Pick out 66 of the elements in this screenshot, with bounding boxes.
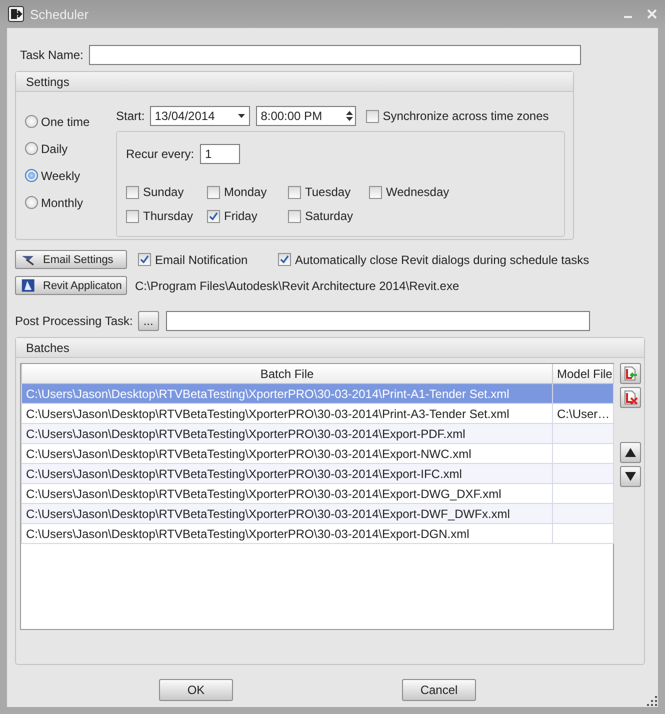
table-cell: C:\Users\Jason\Desktop\RTVBetaTesting\XporterPRO\30-03-2014\Export-IFC.xml [22,464,552,484]
revit-application-button[interactable]: Revit Applicaton [15,276,127,295]
table-cell: C:\Users\Jason\Desktop\RTVBetaTesting\XporterPRO\30-03-2014\Export-DGN.xml [22,524,552,544]
checkbox[interactable] [288,186,301,198]
column-header[interactable]: Batch File [22,364,552,384]
window-title: Scheduler [30,6,90,22]
date-field[interactable]: 13/04/2014 [150,106,250,126]
checkbox-label: Email Notification [155,252,248,266]
time-field[interactable]: 8:00:00 PM [256,106,356,126]
checkbox-label: Monday [224,185,267,199]
table-cell: C:\Users\Jason\Desktop\RTVBetaTesting\XporterPRO\30-03-2014\Print-A1-Tender Set.xml [22,384,552,404]
radio-label: Monthly [41,196,84,210]
column-header[interactable]: Model File [552,364,614,384]
table-cell: C:\Users\Jason\Desktop\RTVBetaTesting\XporterPRO\30-03-2014\Export-DWF_DWFx.xml [22,504,552,524]
ok-button[interactable]: OK [159,679,233,701]
app-logo-icon [21,279,37,292]
checkbox-label: Automatically close Revit dialogs during schedule tasks [295,252,590,266]
move-down-button[interactable] [620,466,641,487]
field-label: Start: [116,109,145,123]
cancel-button[interactable]: Cancel [402,679,476,701]
radio-button[interactable] [25,196,38,209]
table-cell: C:\Users\Jason\Desktop\RTVBetaTesting\XporterPRO\30-03-2014\Export-PDF.xml [22,424,552,444]
checkbox[interactable] [207,210,220,222]
checkbox[interactable] [288,210,301,222]
checkbox-label: Saturday [305,209,354,223]
checkbox-label: Wednesday [386,185,450,199]
checkbox[interactable] [278,253,291,266]
radio-button[interactable] [25,169,38,182]
checkbox-label: Tuesday [305,185,351,199]
checkbox-label: Sunday [143,185,184,199]
panel-header: Batches [16,338,644,358]
input-field[interactable] [89,45,582,65]
checkbox[interactable] [369,186,382,198]
checkbox[interactable] [366,110,379,122]
panel-header: Settings [16,72,573,92]
email-settings-button[interactable]: Email Settings [15,250,127,269]
browse-button[interactable]: ... [138,311,159,331]
pen-icon [21,253,37,266]
document-add-icon [623,366,638,381]
input-field[interactable]: 1 [200,144,240,164]
app-icon [8,6,24,22]
file-path: C:\Program Files\Autodesk\Revit Architecture 2014\Revit.exe [135,278,460,292]
radio-button[interactable] [25,115,38,128]
checkbox-label: Thursday [143,209,194,223]
field-label: Task Name: [20,48,84,62]
remove-button[interactable] [620,387,641,408]
radio-button[interactable] [25,142,38,155]
move-up-button[interactable] [620,442,641,463]
spinner-icon[interactable] [346,110,353,122]
caret-icon [238,114,245,118]
input-field[interactable] [166,311,590,331]
field-label: Post Processing Task: [15,314,133,328]
checkbox[interactable] [207,186,220,198]
checkbox[interactable] [126,186,139,198]
checkbox[interactable] [138,253,151,266]
resize-grip-icon[interactable] [647,696,657,706]
radio-label: Daily [41,142,68,156]
radio-label: Weekly [41,168,80,182]
add-button[interactable] [620,363,641,384]
checkbox[interactable] [126,210,139,222]
checkbox-label: Friday [224,209,258,223]
field-label: Recur every: [126,147,194,161]
radio-label: One time [41,114,90,128]
document-delete-icon [623,390,638,405]
close-icon[interactable] [647,9,657,19]
checkbox-label: Synchronize across time zones [382,109,549,123]
